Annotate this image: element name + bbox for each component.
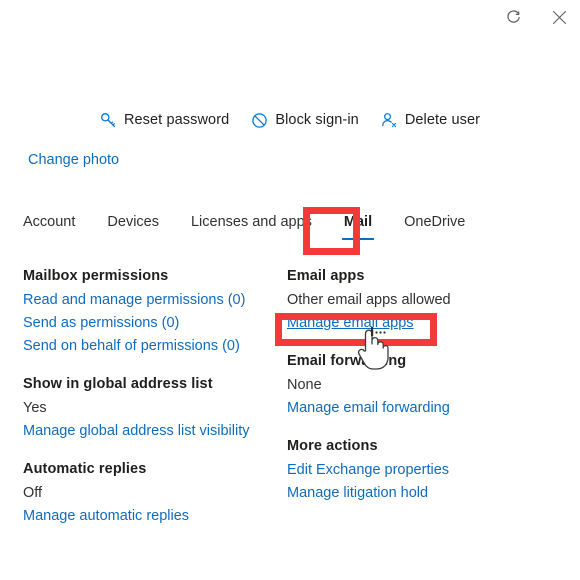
- tab-mail[interactable]: Mail: [328, 214, 388, 240]
- tab-mail-label: Mail: [343, 214, 373, 230]
- global-address-list-value: Yes: [23, 400, 47, 416]
- refresh-icon[interactable]: [498, 2, 528, 32]
- manage-global-address-list-visibility-link[interactable]: Manage global address list visibility: [23, 423, 249, 439]
- tab-licenses-and-apps[interactable]: Licenses and apps: [175, 214, 328, 240]
- delete-user-label: Delete user: [404, 112, 481, 128]
- key-icon: [100, 112, 117, 129]
- section-email-forwarding: Email forwarding None Manage email forwa…: [287, 353, 557, 416]
- change-photo-link[interactable]: Change photo: [28, 152, 119, 168]
- reset-password-button[interactable]: Reset password: [100, 112, 229, 129]
- section-mailbox-permissions: Mailbox permissions Read and manage perm…: [23, 268, 285, 354]
- global-address-list-title: Show in global address list: [23, 376, 213, 392]
- section-global-address-list: Show in global address list Yes Manage g…: [23, 376, 285, 439]
- automatic-replies-value: Off: [23, 485, 43, 501]
- more-actions-title: More actions: [287, 438, 378, 454]
- manage-email-forwarding-link[interactable]: Manage email forwarding: [287, 400, 450, 416]
- tab-devices[interactable]: Devices: [91, 214, 175, 240]
- tab-selected-underline: [341, 237, 375, 240]
- tab-onedrive-label: OneDrive: [404, 214, 466, 230]
- section-more-actions: More actions Edit Exchange properties Ma…: [287, 438, 557, 501]
- right-column: Email apps Other email apps allowed Mana…: [287, 268, 557, 523]
- email-forwarding-title: Email forwarding: [287, 353, 407, 369]
- left-column: Mailbox permissions Read and manage perm…: [23, 268, 285, 546]
- tab-licenses-and-apps-label: Licenses and apps: [190, 214, 312, 230]
- tab-account[interactable]: Account: [23, 214, 91, 240]
- tab-devices-label: Devices: [107, 214, 159, 230]
- email-apps-title: Email apps: [287, 268, 365, 284]
- key-icon-glyph: [100, 112, 115, 127]
- manage-automatic-replies-link[interactable]: Manage automatic replies: [23, 508, 189, 524]
- edit-exchange-properties-link[interactable]: Edit Exchange properties: [287, 462, 449, 478]
- tab-account-label: Account: [23, 214, 76, 230]
- section-automatic-replies: Automatic replies Off Manage automatic r…: [23, 461, 285, 524]
- email-forwarding-value: None: [287, 377, 322, 393]
- close-icon-glyph: [552, 10, 566, 24]
- delete-user-button[interactable]: Delete user: [381, 112, 480, 129]
- block-signin-button[interactable]: Block sign-in: [251, 112, 359, 129]
- send-as-permissions-link[interactable]: Send as permissions (0): [23, 315, 179, 331]
- automatic-replies-title: Automatic replies: [23, 461, 147, 477]
- tab-onedrive[interactable]: OneDrive: [388, 214, 481, 240]
- delete-user-icon-glyph: [382, 112, 396, 127]
- tab-bar: Account Devices Licenses and apps Mail O…: [23, 214, 481, 240]
- section-email-apps: Email apps Other email apps allowed Mana…: [287, 268, 557, 331]
- email-apps-value: Other email apps allowed: [287, 292, 451, 308]
- manage-email-apps-link[interactable]: Manage email apps: [287, 315, 414, 331]
- close-icon[interactable]: [544, 2, 574, 32]
- mailbox-permissions-title: Mailbox permissions: [23, 268, 169, 284]
- block-signin-label: Block sign-in: [275, 112, 359, 128]
- read-and-manage-permissions-link[interactable]: Read and manage permissions (0): [23, 292, 245, 308]
- manage-litigation-hold-link[interactable]: Manage litigation hold: [287, 485, 428, 501]
- window-controls: [498, 0, 574, 34]
- block-icon: [251, 112, 268, 129]
- reset-password-label: Reset password: [123, 112, 230, 128]
- delete-user-icon: [381, 112, 398, 129]
- block-icon-glyph: [252, 112, 268, 128]
- command-bar: Reset password Block sign-in Delete user: [0, 105, 580, 135]
- send-on-behalf-of-permissions-link[interactable]: Send on behalf of permissions (0): [23, 338, 240, 354]
- refresh-icon-glyph: [506, 9, 520, 23]
